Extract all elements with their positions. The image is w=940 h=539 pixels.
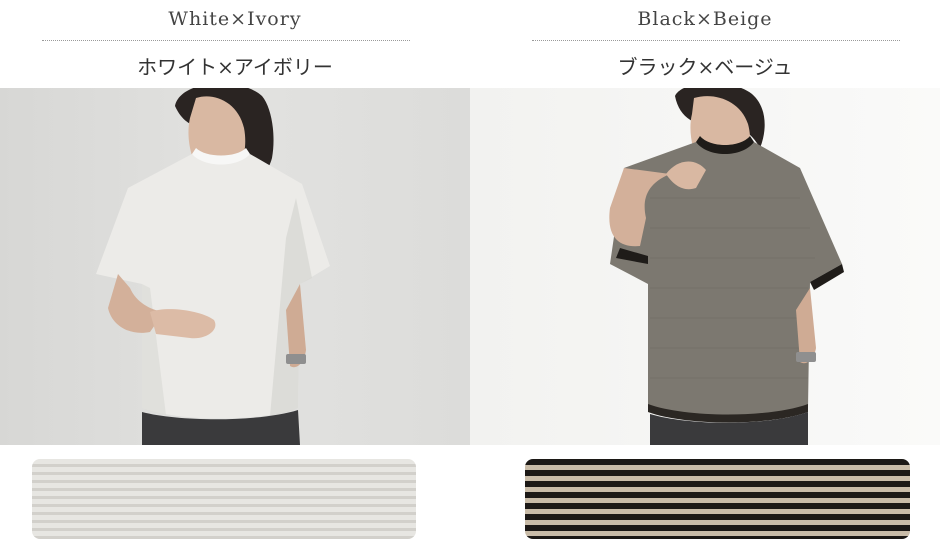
color-variant-panel: White×Ivory ホワイト×アイボリー Black×Beige ブラック×… xyxy=(0,0,940,539)
fabric-swatch[interactable] xyxy=(525,459,910,539)
variant-black-beige: Black×Beige ブラック×ベージュ xyxy=(470,0,940,539)
fabric-swatch[interactable] xyxy=(32,459,416,539)
variant-name-english: White×Ivory xyxy=(168,8,302,30)
model-illustration xyxy=(96,88,330,445)
variant-white-ivory: White×Ivory ホワイト×アイボリー xyxy=(0,0,470,539)
dotted-divider xyxy=(42,40,410,41)
model-illustration xyxy=(609,88,844,445)
variant-name-japanese: ホワイト×アイボリー xyxy=(137,55,333,79)
model-photo[interactable] xyxy=(0,88,470,445)
dotted-divider xyxy=(532,40,900,41)
model-photo[interactable] xyxy=(470,88,940,445)
variant-name-english: Black×Beige xyxy=(637,8,773,30)
variant-name-japanese: ブラック×ベージュ xyxy=(617,55,793,79)
